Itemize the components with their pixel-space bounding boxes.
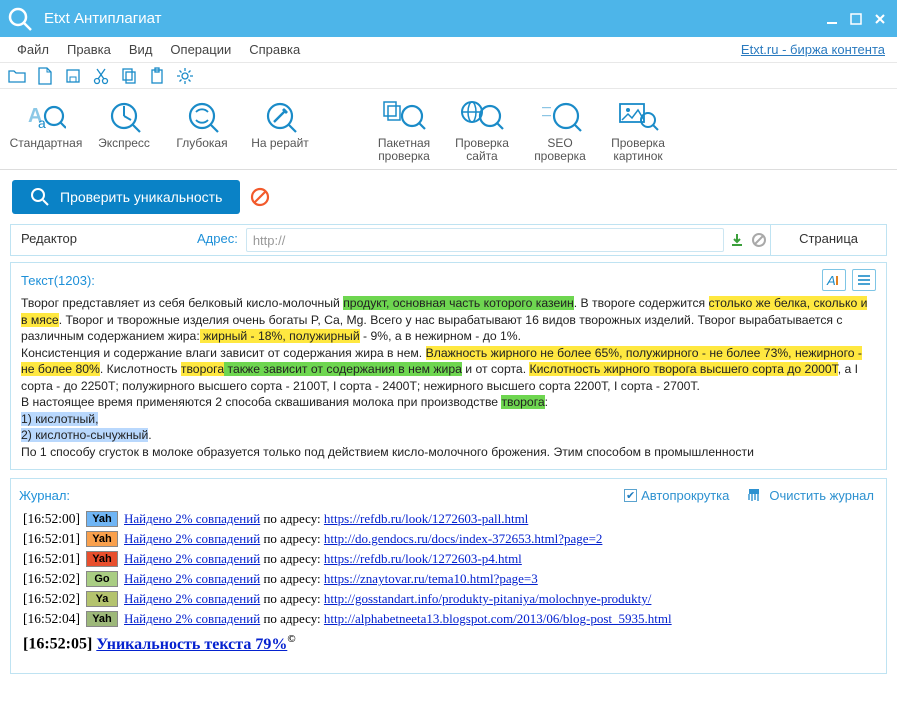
journal-time: [16:52:00] <box>23 511 80 527</box>
journal-row: [16:52:02]YaНайдено 2% совпадений по адр… <box>23 589 874 609</box>
engine-badge: Go <box>86 571 118 587</box>
journal-time: [16:52:02] <box>23 591 80 607</box>
journal-row: [16:52:04]YahНайдено 2% совпадений по ад… <box>23 609 874 629</box>
mode-rewrite-label: На рерайт <box>251 137 309 150</box>
maximize-button[interactable] <box>845 8 867 30</box>
url-link[interactable]: https://znaytovar.ru/tema10.html?page=3 <box>324 571 538 586</box>
download-icon[interactable] <box>726 225 748 255</box>
journal-row: [16:52:01]YahНайдено 2% совпадений по ад… <box>23 549 874 569</box>
address-input[interactable] <box>246 228 724 252</box>
page-tab[interactable]: Страница <box>770 225 886 255</box>
editor-title: Текст(1203): <box>21 273 822 288</box>
mode-deep[interactable]: Глубокая <box>166 97 238 150</box>
journal-row: [16:52:01]YahНайдено 2% совпадений по ад… <box>23 529 874 549</box>
big-toolbar: Aa Стандартная Экспресс Глубокая На рера… <box>0 89 897 170</box>
journal-title: Журнал: <box>19 488 612 503</box>
paste-icon[interactable] <box>148 67 166 85</box>
search-icon <box>30 187 50 207</box>
url-link[interactable]: https://refdb.ru/look/1272603-p4.html <box>324 551 522 566</box>
match-link[interactable]: Найдено 2% совпадений <box>124 551 260 566</box>
mode-rewrite[interactable]: На рерайт <box>244 97 316 150</box>
cut-icon[interactable] <box>92 67 110 85</box>
url-link[interactable]: https://refdb.ru/look/1272603-pall.html <box>324 511 528 526</box>
journal-time: [16:52:01] <box>23 551 80 567</box>
journal-time: [16:52:04] <box>23 611 80 627</box>
journal-panel: Журнал: ✔Автопрокрутка Очистить журнал [… <box>10 478 887 674</box>
font-icon[interactable]: A <box>822 269 846 291</box>
menu-file[interactable]: Файл <box>8 40 58 59</box>
engine-badge: Yah <box>86 511 118 527</box>
small-toolbar <box>0 63 897 89</box>
address-label: Адрес: <box>191 225 244 255</box>
app-title: Etxt Антиплагиат <box>40 10 821 27</box>
list-icon[interactable] <box>852 269 876 291</box>
app-logo <box>0 0 40 37</box>
mode-express[interactable]: Экспресс <box>88 97 160 150</box>
journal-time: [16:52:02] <box>23 571 80 587</box>
external-link[interactable]: Etxt.ru - биржа контента <box>741 42 889 57</box>
mode-batch-label: Пакетная проверка <box>368 137 440 163</box>
mode-site[interactable]: Проверка сайта <box>446 97 518 163</box>
check-button-label: Проверить уникальность <box>60 189 222 205</box>
mode-batch[interactable]: Пакетная проверка <box>368 97 440 163</box>
mode-site-label: Проверка сайта <box>446 137 518 163</box>
autoscroll-checkbox[interactable]: ✔Автопрокрутка <box>624 488 729 503</box>
mode-images[interactable]: Проверка картинок <box>602 97 674 163</box>
clear-journal-button[interactable]: Очистить журнал <box>741 487 878 503</box>
journal-list: [16:52:00]YahНайдено 2% совпадений по ад… <box>19 507 878 655</box>
match-link[interactable]: Найдено 2% совпадений <box>124 591 260 606</box>
journal-row: [16:52:00]YahНайдено 2% совпадений по ад… <box>23 509 874 529</box>
editor-tab-label: Редактор <box>11 225 191 255</box>
match-link[interactable]: Найдено 2% совпадений <box>124 611 260 626</box>
menu-edit[interactable]: Правка <box>58 40 120 59</box>
url-link[interactable]: http://alphabetneeta13.blogspot.com/2013… <box>324 611 672 626</box>
minimize-button[interactable] <box>821 8 843 30</box>
engine-badge: Yah <box>86 531 118 547</box>
journal-result: [16:52:05]Уникальность текста 79%© <box>23 629 874 653</box>
new-file-icon[interactable] <box>36 67 54 85</box>
mode-seo-label: SEO проверка <box>524 137 596 163</box>
mode-standard-label: Стандартная <box>10 137 83 150</box>
svg-text:—: — <box>542 110 551 120</box>
settings-icon[interactable] <box>176 67 194 85</box>
title-bar: Etxt Антиплагиат <box>0 0 897 37</box>
brush-icon <box>745 487 763 503</box>
svg-text:A: A <box>826 273 836 288</box>
stop-icon[interactable] <box>250 187 270 207</box>
mode-images-label: Проверка картинок <box>602 137 674 163</box>
window-controls <box>821 8 891 30</box>
menu-ops[interactable]: Операции <box>161 40 240 59</box>
match-link[interactable]: Найдено 2% совпадений <box>124 511 260 526</box>
block-icon[interactable] <box>748 225 770 255</box>
menu-bar: Файл Правка Вид Операции Справка Etxt.ru… <box>0 37 897 63</box>
match-link[interactable]: Найдено 2% совпадений <box>124 531 260 546</box>
journal-row: [16:52:02]GoНайдено 2% совпадений по адр… <box>23 569 874 589</box>
check-bar: Проверить уникальность <box>0 170 897 224</box>
editor-text[interactable]: Творог представляет из себя белковый кис… <box>21 295 876 465</box>
mode-express-label: Экспресс <box>98 137 150 150</box>
engine-badge: Yah <box>86 551 118 567</box>
journal-time: [16:52:01] <box>23 531 80 547</box>
mode-standard[interactable]: Aa Стандартная <box>10 97 82 150</box>
close-button[interactable] <box>869 8 891 30</box>
editor-panel: Текст(1203): A Творог представляет из се… <box>10 262 887 470</box>
mode-deep-label: Глубокая <box>176 137 227 150</box>
address-row: Редактор Адрес: Страница <box>10 224 887 256</box>
mode-seo[interactable]: —— SEO проверка <box>524 97 596 163</box>
match-link[interactable]: Найдено 2% совпадений <box>124 571 260 586</box>
menu-view[interactable]: Вид <box>120 40 162 59</box>
url-link[interactable]: http://do.gendocs.ru/docs/index-372653.h… <box>324 531 602 546</box>
open-folder-icon[interactable] <box>8 67 26 85</box>
url-link[interactable]: http://gosstandart.info/produkty-pitaniy… <box>324 591 651 606</box>
copy-icon[interactable] <box>120 67 138 85</box>
check-uniqueness-button[interactable]: Проверить уникальность <box>12 180 240 214</box>
save-icon[interactable] <box>64 67 82 85</box>
engine-badge: Yah <box>86 611 118 627</box>
menu-help[interactable]: Справка <box>240 40 309 59</box>
engine-badge: Ya <box>86 591 118 607</box>
uniqueness-result[interactable]: Уникальность текста 79% <box>96 636 287 653</box>
